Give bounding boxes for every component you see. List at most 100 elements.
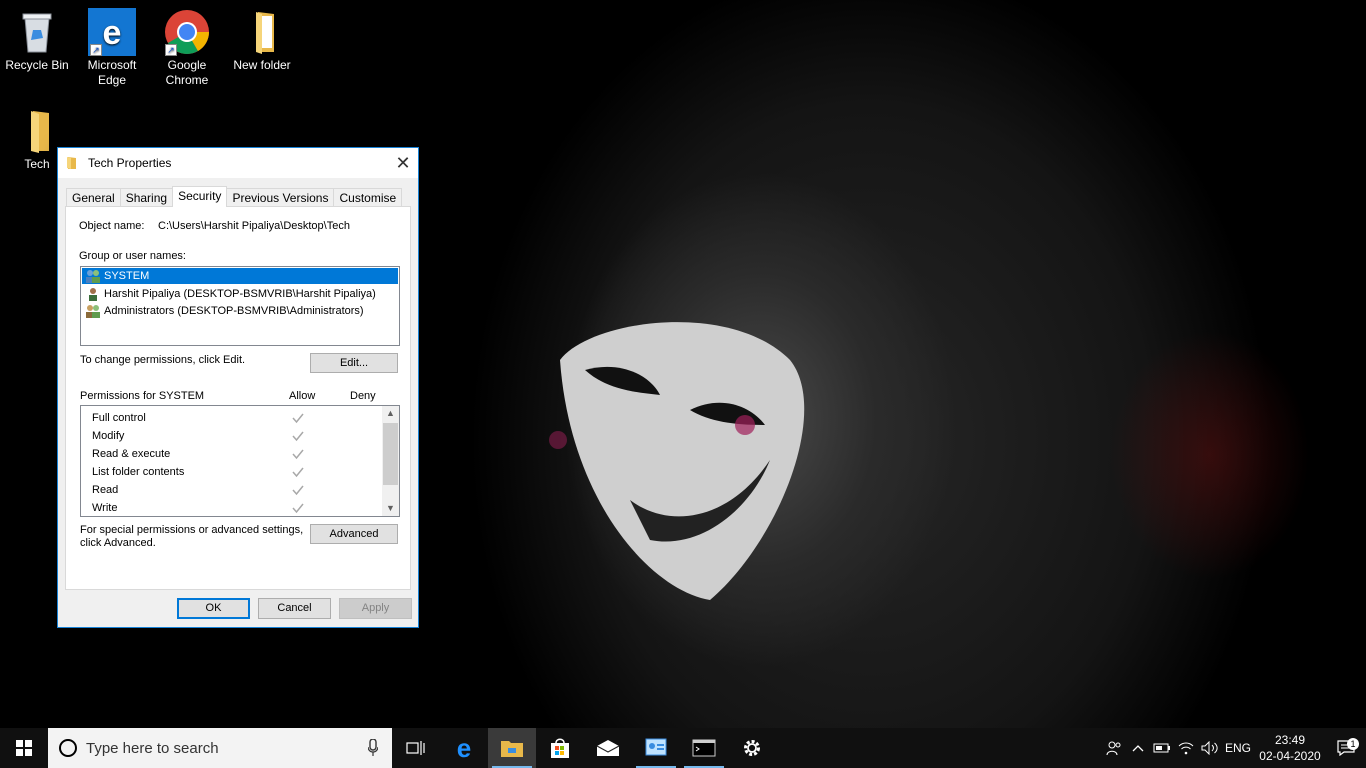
clock-date: 02-04-2020 — [1259, 749, 1321, 763]
list-item[interactable]: SYSTEM — [82, 268, 398, 284]
tab-previous-versions[interactable]: Previous Versions — [226, 188, 335, 207]
list-item[interactable]: Administrators (DESKTOP-BSMVRIB\Administ… — [81, 302, 399, 319]
tab-customise[interactable]: Customise — [333, 188, 403, 207]
shortcut-arrow-icon: ↗ — [165, 44, 177, 56]
clock[interactable]: 23:49 02-04-2020 — [1254, 732, 1326, 764]
taskbar-store-button[interactable] — [536, 728, 584, 768]
check-icon — [292, 467, 304, 478]
command-prompt-icon — [692, 739, 716, 757]
change-permissions-text: To change permissions, click Edit. — [80, 354, 246, 366]
permissions-for-label: Permissions for SYSTEM — [80, 390, 205, 402]
taskbar-settings-button[interactable] — [728, 728, 776, 768]
folder-icon — [13, 107, 61, 155]
user-name: Harshit Pipaliya (DESKTOP-BSMVRIB\Harshi… — [104, 287, 376, 300]
folder-icon — [67, 157, 76, 169]
desktop-icon-microsoft-edge[interactable]: e ↗ Microsoft Edge — [75, 8, 149, 88]
tab-security[interactable]: Security — [172, 186, 228, 207]
cancel-button[interactable]: Cancel — [258, 598, 331, 619]
clock-time: 23:49 — [1274, 733, 1306, 747]
task-view-button[interactable] — [392, 728, 440, 768]
scroll-down-icon[interactable]: ▼ — [382, 501, 399, 516]
battery-icon[interactable] — [1150, 728, 1174, 768]
edge-icon: e ↗ — [88, 8, 136, 56]
edge-icon: e — [457, 736, 471, 760]
desktop-icon-new-folder[interactable]: New folder — [225, 8, 299, 73]
user-group-icon — [86, 270, 100, 283]
taskbar-edge-button[interactable]: e — [440, 728, 488, 768]
mail-icon — [596, 740, 620, 756]
user-name: SYSTEM — [104, 270, 150, 282]
wifi-icon[interactable] — [1174, 728, 1198, 768]
svg-text:e: e — [457, 736, 471, 760]
user-name: Administrators (DESKTOP-BSMVRIB\Administ… — [104, 304, 364, 317]
microphone-icon[interactable] — [368, 739, 378, 757]
taskbar: e — [0, 728, 1366, 768]
people-icon[interactable] — [1102, 728, 1126, 768]
check-icon — [292, 413, 304, 424]
svg-text:e: e — [103, 14, 122, 52]
wallpaper-glow — [1110, 330, 1310, 580]
permission-row-write: Write — [81, 499, 383, 516]
permission-name: Read — [92, 484, 119, 496]
taskbar-search-box[interactable] — [48, 728, 392, 768]
permission-name: List folder contents — [92, 466, 185, 478]
desktop-icon-recycle-bin[interactable]: Recycle Bin — [0, 8, 74, 73]
permission-row-read: Read — [81, 481, 383, 499]
dialog-tabs: General Sharing Security Previous Versio… — [66, 186, 403, 207]
scrollbar-thumb[interactable] — [383, 423, 398, 485]
gear-icon — [744, 740, 760, 756]
language-indicator[interactable]: ENG — [1222, 728, 1254, 768]
security-panel: Object name: C:\Users\Harshit Pipaliya\D… — [65, 206, 411, 590]
group-or-user-names-label: Group or user names: — [79, 250, 186, 262]
permission-name: Modify — [92, 430, 125, 442]
close-icon[interactable]: ✕ — [388, 148, 418, 178]
user-group-icon — [86, 304, 100, 318]
desktop-icon-google-chrome[interactable]: ↗ Google Chrome — [150, 8, 224, 88]
chevron-up-icon[interactable] — [1126, 728, 1150, 768]
tab-general[interactable]: General — [66, 188, 121, 207]
file-explorer-icon — [501, 741, 523, 757]
taskbar-mail-button[interactable] — [584, 728, 632, 768]
desktop-icon-label: Google Chrome — [165, 58, 209, 87]
wallpaper-mask-figure — [549, 322, 805, 600]
start-button[interactable] — [0, 728, 48, 768]
ok-button[interactable]: OK — [177, 598, 250, 619]
advanced-button[interactable]: Advanced — [310, 524, 398, 544]
notification-count-badge: 1 — [1347, 738, 1359, 750]
system-tray: ENG 23:49 02-04-2020 1 — [1102, 728, 1366, 768]
check-icon — [292, 449, 304, 460]
desktop-icon-label: Recycle Bin — [5, 58, 69, 72]
chrome-icon: ↗ — [163, 8, 211, 56]
allow-column-header: Allow — [289, 390, 316, 402]
taskbar-command-prompt-button[interactable] — [680, 728, 728, 768]
volume-icon[interactable] — [1198, 728, 1222, 768]
permission-row-list-folder-contents: List folder contents — [81, 463, 383, 481]
scroll-up-icon[interactable]: ▲ — [382, 406, 399, 421]
taskbar-control-panel-button[interactable] — [632, 728, 680, 768]
tab-sharing[interactable]: Sharing — [119, 188, 174, 207]
dialog-titlebar[interactable]: Tech Properties ✕ — [58, 148, 418, 178]
control-panel-icon — [645, 738, 667, 756]
taskbar-file-explorer-button[interactable] — [488, 728, 536, 768]
store-icon — [551, 738, 569, 758]
cortana-icon — [59, 739, 77, 757]
user-listbox[interactable]: SYSTEM Harshit Pipaliya (DESKTOP-BSMVRIB… — [80, 266, 400, 346]
permission-row-read-execute: Read & execute — [81, 445, 383, 463]
apply-button[interactable]: Apply — [339, 598, 412, 619]
object-name-label: Object name: — [79, 220, 145, 232]
permissions-scrollbar[interactable]: ▲ ▼ — [382, 406, 399, 516]
desktop-icon-label: New folder — [233, 58, 291, 72]
permissions-list: Full control Modify Read & execute List … — [80, 405, 400, 517]
check-icon — [292, 485, 304, 496]
user-icon — [89, 287, 97, 301]
advanced-settings-text-line2: click Advanced. — [80, 537, 156, 549]
list-item[interactable]: Harshit Pipaliya (DESKTOP-BSMVRIB\Harshi… — [81, 285, 399, 302]
action-center-button[interactable]: 1 — [1326, 738, 1366, 756]
check-icon — [292, 503, 304, 514]
search-input[interactable] — [86, 739, 346, 757]
edit-button[interactable]: Edit... — [310, 353, 398, 373]
permission-name: Write — [92, 502, 118, 514]
object-name-value: C:\Users\Harshit Pipaliya\Desktop\Tech — [158, 220, 350, 232]
dialog-title: Tech Properties — [88, 156, 172, 170]
windows-logo-icon — [16, 740, 32, 756]
